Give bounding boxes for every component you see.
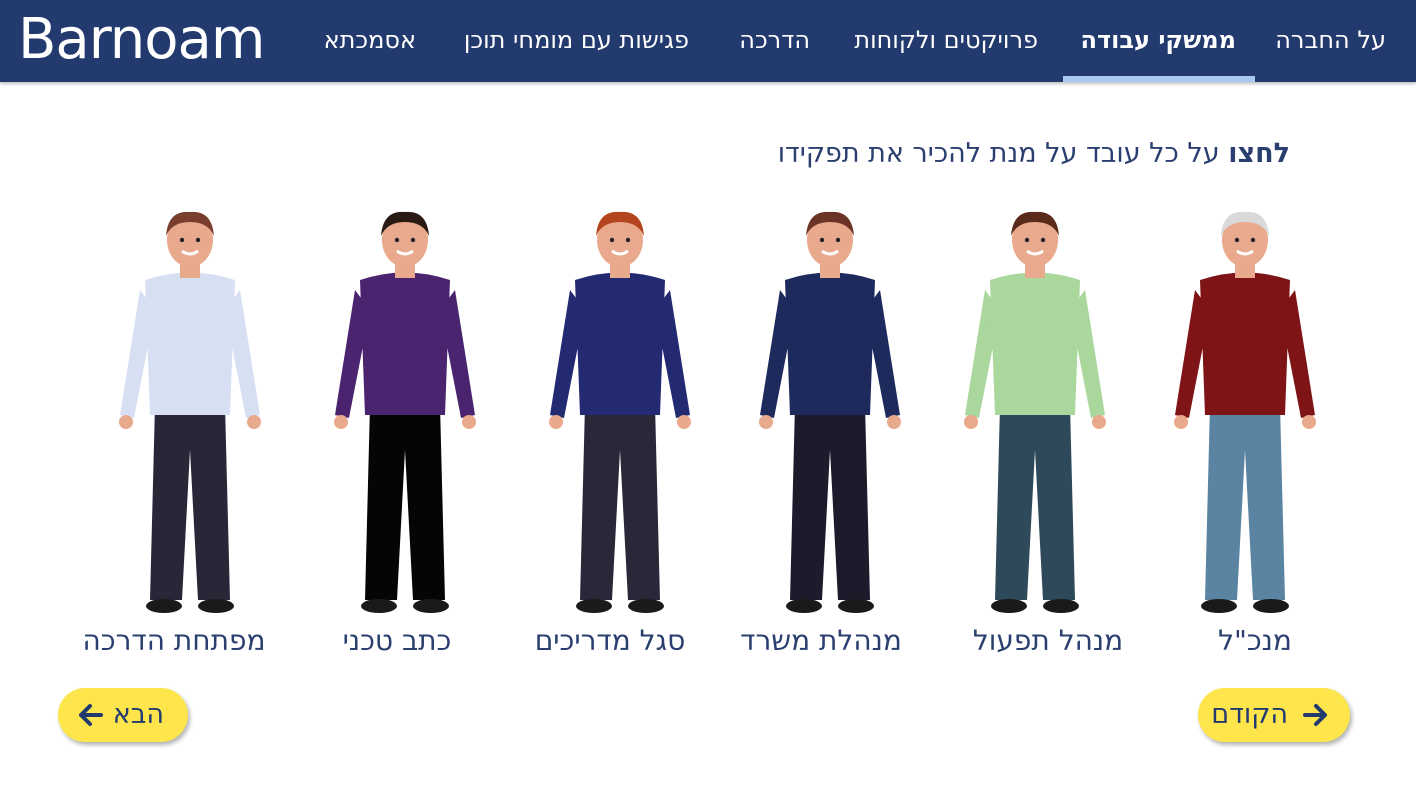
- person-illustration: [1174, 211, 1316, 613]
- right-shoe: [413, 599, 449, 613]
- right-eye: [625, 237, 631, 243]
- role-label-training-staff[interactable]: סגל מדריכים: [490, 624, 730, 657]
- right-hand: [1092, 415, 1106, 429]
- right-hand: [247, 415, 261, 429]
- nav-item-about[interactable]: על החברה: [1275, 0, 1386, 82]
- right-shoe: [838, 599, 874, 613]
- role-label-technical-writer[interactable]: כתב טכני: [277, 624, 517, 657]
- nav-item-projects-clients[interactable]: פרויקטים ולקוחות: [854, 0, 1038, 82]
- left-shoe: [361, 599, 397, 613]
- left-shoe: [576, 599, 612, 613]
- previous-button-label: הקודם: [1211, 699, 1288, 730]
- top-navigation-bar: Barnoam על החברה ממשקי עבודה פרויקטים ול…: [0, 0, 1416, 82]
- shirt: [360, 272, 450, 415]
- left-hand: [1174, 415, 1188, 429]
- employee-office-manager[interactable]: [740, 200, 920, 620]
- nav-item-reference[interactable]: אסמכתא: [324, 0, 416, 82]
- shirt: [575, 272, 665, 415]
- pants: [365, 405, 445, 600]
- employee-operations-manager[interactable]: [945, 200, 1125, 620]
- employee-training-developer[interactable]: [100, 200, 280, 620]
- next-button-label: הבא: [112, 699, 164, 730]
- right-eye: [410, 237, 416, 243]
- employee-training-staff[interactable]: [530, 200, 710, 620]
- employee-ceo[interactable]: [1155, 200, 1335, 620]
- person-illustration: [334, 211, 476, 613]
- shirt: [990, 272, 1080, 415]
- left-eye: [1024, 237, 1030, 243]
- person-illustration: [759, 211, 901, 613]
- instruction-text: לחצו על כל עובד על מנת להכיר את תפקידו: [778, 138, 1290, 169]
- left-hand: [119, 415, 133, 429]
- barnoam-logo[interactable]: Barnoam: [18, 12, 265, 68]
- left-hand: [964, 415, 978, 429]
- right-eye: [195, 237, 201, 243]
- right-shoe: [198, 599, 234, 613]
- left-hand: [759, 415, 773, 429]
- left-shoe: [786, 599, 822, 613]
- shirt: [785, 272, 875, 415]
- left-hand: [334, 415, 348, 429]
- pants: [1205, 405, 1285, 600]
- right-eye: [1040, 237, 1046, 243]
- employee-technical-writer[interactable]: [315, 200, 495, 620]
- nav-item-expert-meetings[interactable]: פגישות עם מומחי תוכן: [464, 0, 689, 82]
- person-illustration: [549, 211, 691, 613]
- nav-item-work-interfaces[interactable]: ממשקי עבודה: [1081, 0, 1236, 82]
- role-label-office-manager[interactable]: מנהלת משרד: [701, 624, 941, 657]
- shirt: [145, 272, 235, 415]
- instruction-bold: לחצו: [1228, 138, 1290, 169]
- person-illustration: [119, 211, 261, 613]
- nav-item-training[interactable]: הדרכה: [739, 0, 810, 82]
- pants: [150, 405, 230, 600]
- right-hand: [1302, 415, 1316, 429]
- person-illustration: [964, 211, 1106, 613]
- right-hand: [887, 415, 901, 429]
- left-shoe: [146, 599, 182, 613]
- pants: [995, 405, 1075, 600]
- right-eye: [835, 237, 841, 243]
- role-label-training-developer[interactable]: מפתחת הדרכה: [54, 624, 294, 657]
- active-nav-indicator: [1063, 76, 1255, 82]
- left-eye: [1234, 237, 1240, 243]
- shirt: [1200, 272, 1290, 415]
- left-eye: [609, 237, 615, 243]
- right-shoe: [1043, 599, 1079, 613]
- instruction-rest: על כל עובד על מנת להכיר את תפקידו: [777, 138, 1229, 169]
- right-shoe: [628, 599, 664, 613]
- role-label-operations-manager[interactable]: מנהל תפעול: [928, 624, 1168, 657]
- pants: [790, 405, 870, 600]
- left-eye: [394, 237, 400, 243]
- pants: [580, 405, 660, 600]
- left-shoe: [1201, 599, 1237, 613]
- left-hand: [549, 415, 563, 429]
- left-shoe: [991, 599, 1027, 613]
- right-shoe: [1253, 599, 1289, 613]
- arrow-left-icon: [79, 704, 103, 726]
- right-eye: [1250, 237, 1256, 243]
- right-hand: [462, 415, 476, 429]
- right-hand: [677, 415, 691, 429]
- arrow-right-icon: [1303, 704, 1327, 726]
- next-button[interactable]: הבא: [58, 688, 188, 742]
- previous-button[interactable]: הקודם: [1198, 688, 1350, 742]
- role-label-ceo[interactable]: מנכ"ל: [1135, 624, 1375, 657]
- left-eye: [819, 237, 825, 243]
- left-eye: [179, 237, 185, 243]
